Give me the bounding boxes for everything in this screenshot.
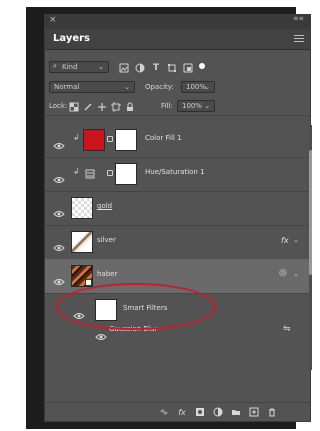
- add-style-icon[interactable]: fx: [177, 407, 187, 417]
- filter-blending-options-icon[interactable]: ⇋: [283, 324, 291, 334]
- scrollbar-thumb[interactable]: [309, 150, 312, 275]
- blend-row: Normal ⌄ Opacity: 100% ⌄: [45, 79, 310, 95]
- layers-list: ↲ Color Fill 1 ↲ Hue/Saturation 1 gold s…: [45, 123, 310, 393]
- fill-label: Fill:: [161, 102, 173, 110]
- layer-row-silver[interactable]: silver fx ⌄: [45, 225, 310, 260]
- chevron-down-icon: ⌄: [124, 83, 130, 91]
- chevron-down-icon: ⌄: [204, 83, 210, 91]
- layer-mask-thumbnail: [115, 163, 137, 185]
- collapse-panel-button[interactable]: ««: [293, 14, 304, 24]
- layers-scrollbar[interactable]: [309, 125, 312, 370]
- tab-layers[interactable]: Layers: [49, 31, 94, 46]
- lock-pixels-icon[interactable]: [83, 102, 93, 112]
- filter-row: ⌕ Kind ⌄ T: [45, 59, 310, 75]
- smart-object-badge-icon: [85, 279, 92, 286]
- adjustment-filter-icon[interactable]: [135, 63, 145, 73]
- hue-saturation-adjustment-icon: [85, 169, 95, 179]
- layer-effects-fx-icon[interactable]: fx: [281, 236, 289, 245]
- filter-kind-label: Kind: [62, 63, 78, 71]
- delete-layer-icon[interactable]: [267, 407, 277, 417]
- add-mask-icon[interactable]: [195, 407, 205, 417]
- lock-position-icon[interactable]: [97, 102, 107, 112]
- layer-row-color-fill[interactable]: ↲ Color Fill 1: [45, 123, 310, 158]
- lock-all-icon[interactable]: [125, 102, 135, 112]
- shape-filter-icon[interactable]: [167, 63, 177, 73]
- chevron-down-icon: ⌄: [98, 63, 104, 71]
- panel-menu-icon[interactable]: [294, 33, 304, 42]
- chevron-down-icon: ⌄: [204, 102, 210, 110]
- layer-thumbnail: [71, 197, 93, 219]
- chevron-down-icon[interactable]: ⌄: [293, 236, 299, 244]
- smart-object-filter-icon[interactable]: [183, 63, 193, 73]
- link-layers-icon[interactable]: [159, 407, 169, 417]
- link-icon[interactable]: [107, 136, 113, 142]
- type-filter-icon[interactable]: T: [151, 63, 161, 73]
- panel-tab-bar: Layers: [45, 29, 310, 50]
- lock-label: Lock:: [49, 102, 68, 110]
- new-group-icon[interactable]: [231, 407, 241, 417]
- image-filter-icon[interactable]: [119, 63, 129, 73]
- visibility-eye-icon[interactable]: [53, 271, 65, 285]
- opacity-label: Opacity:: [145, 83, 174, 91]
- highlight-ellipse-annotation: [55, 283, 216, 330]
- chevron-down-icon[interactable]: ⌄: [293, 270, 299, 278]
- lock-artboard-icon[interactable]: [111, 102, 121, 112]
- fill-input[interactable]: 100% ⌄: [177, 100, 215, 112]
- layer-row-gold[interactable]: gold: [45, 191, 310, 226]
- search-icon: ⌕: [53, 62, 57, 70]
- link-icon[interactable]: [107, 170, 113, 176]
- layer-row-hue-saturation[interactable]: ↲ Hue/Saturation 1: [45, 157, 310, 192]
- layer-thumbnail: [71, 231, 93, 253]
- visibility-eye-icon[interactable]: [53, 203, 65, 217]
- layer-name: Hue/Saturation 1: [145, 168, 205, 176]
- blend-mode-dropdown[interactable]: Normal ⌄: [49, 81, 135, 93]
- blend-mode-value: Normal: [54, 83, 80, 91]
- new-layer-icon[interactable]: [249, 407, 259, 417]
- layer-name: silver: [97, 236, 116, 244]
- opacity-input[interactable]: 100% ⌄: [181, 81, 215, 93]
- smart-filter-icon[interactable]: ◎: [279, 268, 287, 278]
- new-adjustment-icon[interactable]: [213, 407, 223, 417]
- clip-arrow-icon: ↲: [73, 133, 80, 142]
- visibility-eye-icon[interactable]: [53, 135, 65, 149]
- layers-panel: × «« Layers ⌕ Kind ⌄ T Normal ⌄ Opacity:…: [44, 14, 312, 422]
- filter-kind-dropdown[interactable]: ⌕ Kind ⌄: [49, 61, 109, 73]
- layer-thumbnail: [83, 129, 105, 151]
- layer-mask-thumbnail: [115, 129, 137, 151]
- layer-name: Color Fill 1: [145, 134, 182, 142]
- lock-transparent-icon[interactable]: [69, 102, 79, 112]
- visibility-eye-icon[interactable]: [53, 169, 65, 183]
- opacity-value: 100%: [186, 83, 207, 91]
- filter-toggle-icon[interactable]: [197, 61, 207, 71]
- visibility-eye-icon[interactable]: [53, 237, 65, 251]
- clip-arrow-icon: ↲: [73, 167, 80, 176]
- layer-name: haber: [97, 270, 118, 278]
- fill-value: 100%: [182, 102, 203, 110]
- panel-bottom-toolbar: fx: [45, 402, 310, 421]
- layer-name: gold: [97, 202, 113, 210]
- lock-row: Lock: Fill: 100% ⌄: [45, 99, 310, 116]
- close-panel-button[interactable]: ×: [49, 15, 57, 25]
- panel-top-strip: × ««: [45, 14, 310, 30]
